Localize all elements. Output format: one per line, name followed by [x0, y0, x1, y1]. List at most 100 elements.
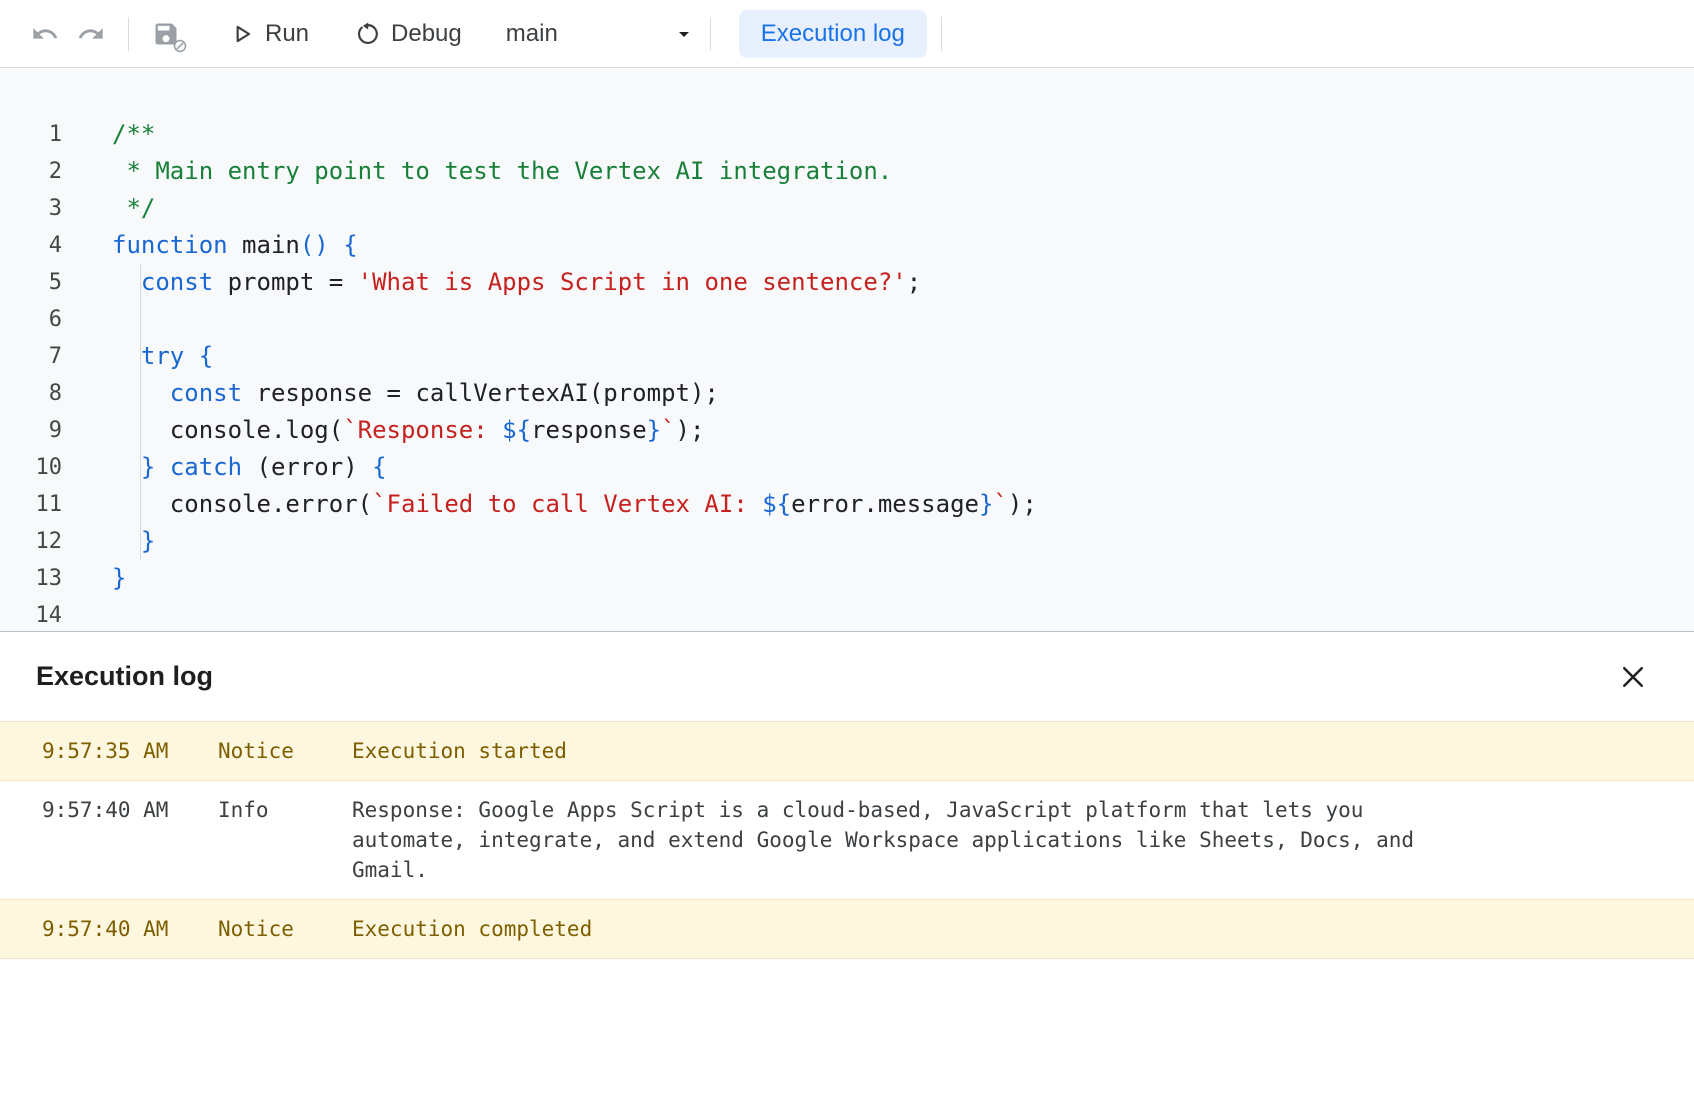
code-token-keyword: catch	[170, 453, 242, 481]
log-message: Execution completed	[352, 914, 1452, 944]
execution-log-panel: Execution log 9:57:35 AMNoticeExecution …	[0, 631, 1694, 959]
code-token-plain: response = callVertexAI(prompt);	[242, 379, 719, 407]
code-token-string: `	[661, 416, 675, 444]
code-token-string: `	[993, 490, 1007, 518]
code-token-plain: );	[1008, 490, 1037, 518]
function-selected-label: main	[506, 20, 558, 48]
log-level: Info	[218, 795, 352, 885]
code-token-plain: console.log(	[112, 416, 343, 444]
code-token-keyword: try	[141, 342, 184, 370]
line-number: 1	[0, 116, 62, 153]
log-message: Response: Google Apps Script is a cloud-…	[352, 795, 1452, 885]
code-line: 10 } catch (error) {	[0, 449, 1694, 486]
run-label: Run	[265, 20, 309, 48]
line-number: 11	[0, 486, 62, 523]
log-time: 9:57:40 AM	[0, 795, 218, 885]
function-selector[interactable]: main	[506, 20, 696, 48]
code-token-plain	[112, 342, 141, 370]
code-token-string: 'What is Apps Script in one sentence?'	[358, 268, 907, 296]
debug-icon	[355, 21, 381, 47]
code-token-brace: }	[979, 490, 993, 518]
log-time: 9:57:40 AM	[0, 914, 218, 944]
code-line-text: }	[112, 560, 126, 597]
code-token-plain: error.message	[791, 490, 979, 518]
code-token-plain: ;	[907, 268, 921, 296]
run-button[interactable]: Run	[229, 20, 309, 48]
log-level: Notice	[218, 736, 352, 766]
code-line-text: const prompt = 'What is Apps Script in o…	[112, 264, 921, 301]
code-token-plain: );	[676, 416, 705, 444]
code-token-plain	[184, 342, 198, 370]
line-number: 3	[0, 190, 62, 227]
log-level: Notice	[218, 914, 352, 944]
log-entry: 9:57:40 AMInfoResponse: Google Apps Scri…	[0, 781, 1694, 899]
code-line: 1 /**	[0, 116, 1694, 153]
code-line: 13}	[0, 560, 1694, 597]
code-line-text: * Main entry point to test the Vertex AI…	[112, 153, 892, 190]
log-message: Execution started	[352, 736, 1452, 766]
code-token-keyword: const	[141, 268, 213, 296]
line-number: 8	[0, 375, 62, 412]
save-status-badge-icon	[173, 39, 187, 53]
code-line: 11 console.error(`Failed to call Vertex …	[0, 486, 1694, 523]
code-line-text: /**	[112, 116, 155, 153]
line-number: 7	[0, 338, 62, 375]
line-number: 6	[0, 301, 62, 338]
save-button[interactable]	[143, 11, 189, 57]
code-token-comment: * Main entry point to test the Vertex AI…	[112, 157, 892, 185]
redo-button[interactable]	[68, 11, 114, 57]
code-line: 14	[0, 597, 1694, 631]
close-icon[interactable]	[1614, 658, 1652, 696]
code-token-plain	[155, 453, 169, 481]
line-number: 14	[0, 597, 62, 631]
code-line-text: console.log(`Response: ${response}`);	[112, 412, 704, 449]
code-line: 4 function main() {	[0, 227, 1694, 264]
code-token-plain	[329, 231, 343, 259]
apps-script-editor: Run Debug main Execution log 1/**2 * Mai…	[0, 0, 1694, 959]
log-time: 9:57:35 AM	[0, 736, 218, 766]
redo-icon	[77, 20, 105, 48]
code-token-plain: response	[531, 416, 647, 444]
execution-log-header: Execution log	[0, 632, 1694, 721]
code-line: 5 const prompt = 'What is Apps Script in…	[0, 264, 1694, 301]
undo-button[interactable]	[22, 11, 68, 57]
code-token-plain: console.error(	[112, 490, 372, 518]
line-number: 2	[0, 153, 62, 190]
code-token-string: `Response:	[343, 416, 502, 444]
code-token-keyword: const	[170, 379, 242, 407]
code-line-text: function main() {	[112, 227, 358, 264]
code-token-plain	[112, 453, 141, 481]
code-token-plain	[112, 268, 141, 296]
code-line: 7 try {	[0, 338, 1694, 375]
code-token-brace: }	[141, 527, 155, 555]
code-token-brace: }	[647, 416, 661, 444]
line-number: 4	[0, 227, 62, 264]
code-token-keyword: function	[112, 231, 228, 259]
code-line: 12 }	[0, 523, 1694, 560]
toolbar-divider	[710, 17, 711, 51]
code-token-brace: ${	[502, 416, 531, 444]
line-number: 13	[0, 560, 62, 597]
code-line: 6	[0, 301, 1694, 338]
chevron-down-icon	[672, 22, 696, 46]
execution-log-title: Execution log	[36, 661, 213, 692]
code-line-text: } catch (error) {	[112, 449, 387, 486]
code-token-plain: (error)	[242, 453, 372, 481]
code-lines: 1/**2 * Main entry point to test the Ver…	[0, 116, 1694, 631]
execution-log-button[interactable]: Execution log	[739, 10, 927, 58]
code-token-brace: {	[343, 231, 357, 259]
debug-label: Debug	[391, 20, 462, 48]
code-line: 9 console.log(`Response: ${response}`);	[0, 412, 1694, 449]
code-token-brace: ()	[300, 231, 329, 259]
code-token-plain: main	[228, 231, 300, 259]
toolbar-divider	[941, 17, 942, 51]
debug-button[interactable]: Debug	[355, 20, 462, 48]
code-token-brace: {	[199, 342, 213, 370]
code-token-comment: */	[112, 194, 155, 222]
code-line-text: }	[112, 523, 155, 560]
code-token-brace: }	[112, 564, 126, 592]
code-editor[interactable]: 1/**2 * Main entry point to test the Ver…	[0, 68, 1694, 631]
code-line: 3 */	[0, 190, 1694, 227]
code-line: 2 * Main entry point to test the Vertex …	[0, 153, 1694, 190]
indent-guide	[140, 264, 141, 560]
